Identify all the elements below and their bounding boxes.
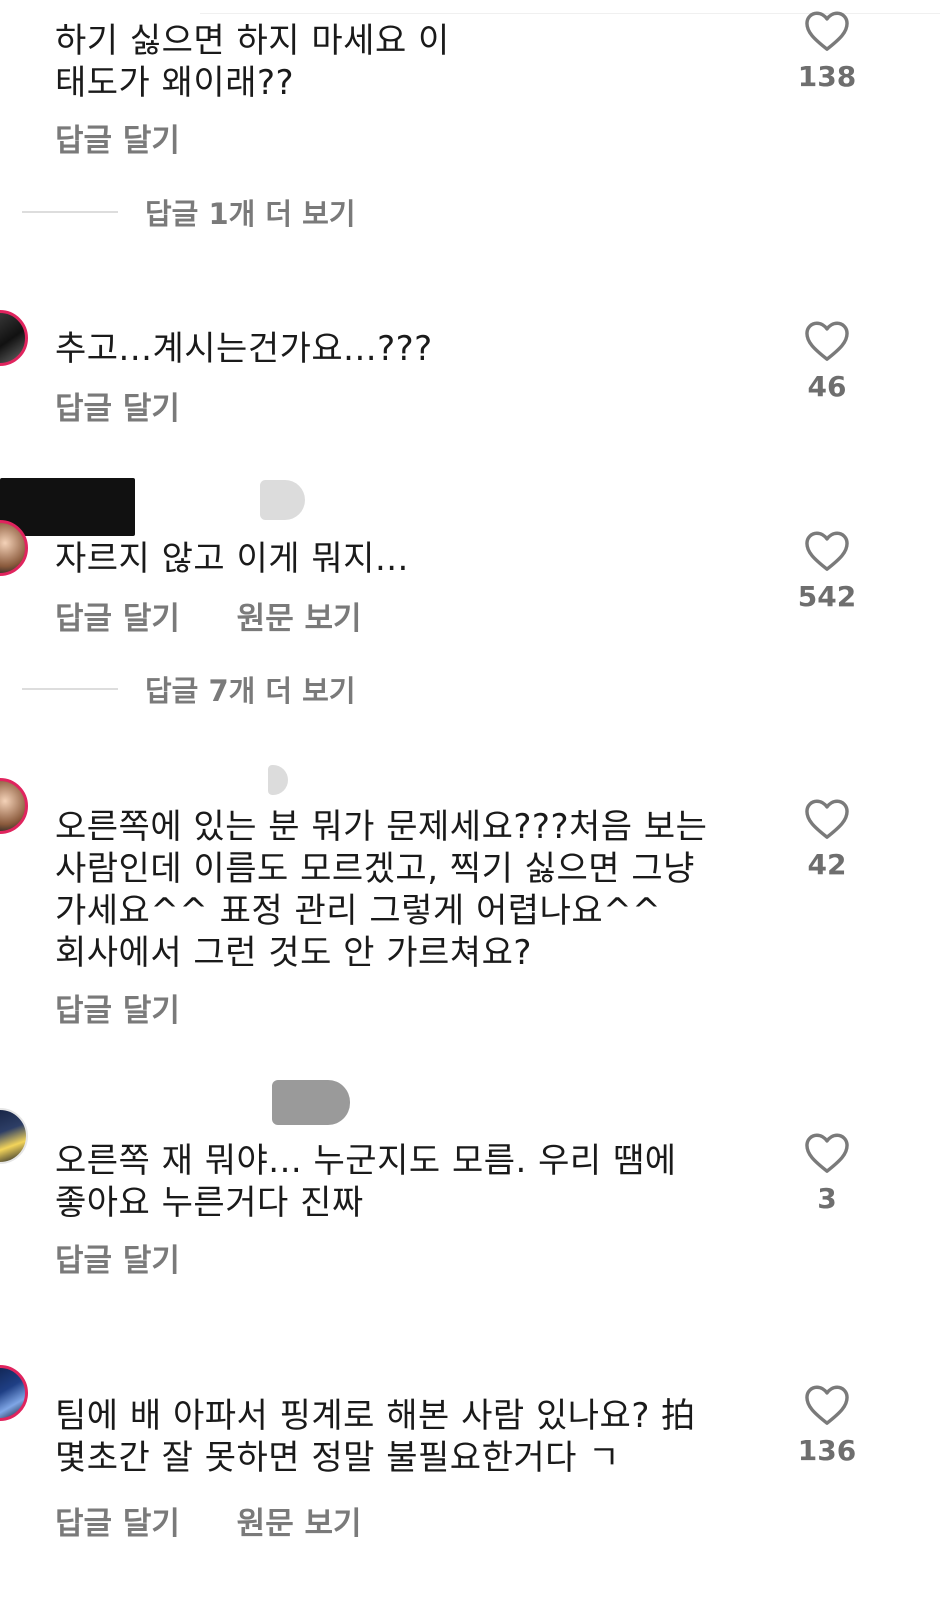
comment-actions: 답글 달기 xyxy=(55,985,180,1030)
like-button[interactable]: 136 xyxy=(792,1384,862,1467)
heart-outline-icon xyxy=(805,11,849,51)
view-more-replies[interactable]: 답글 7개 더 보기 xyxy=(0,668,940,708)
comment-text: 팀에 배 아파서 핑계로 해본 사람 있나요? 拍 몇초간 잘 못하면 정말 불… xyxy=(55,1396,696,1478)
like-button[interactable]: 542 xyxy=(792,530,862,613)
like-count: 542 xyxy=(797,580,857,613)
view-more-replies-label[interactable]: 답글 1개 더 보기 xyxy=(145,191,356,233)
comment-actions: 답글 달기 원문 보기 xyxy=(55,1498,362,1543)
view-more-replies-label[interactable]: 답글 7개 더 보기 xyxy=(145,668,356,710)
heart-outline-icon xyxy=(805,1133,849,1173)
reply-button[interactable]: 답글 달기 xyxy=(55,1243,180,1279)
like-count: 3 xyxy=(817,1182,837,1215)
avatar[interactable] xyxy=(0,310,28,366)
heart-outline-icon xyxy=(805,1385,849,1425)
redaction-block xyxy=(268,765,288,795)
like-button[interactable]: 42 xyxy=(792,798,862,881)
heart-outline-icon xyxy=(805,531,849,571)
reply-divider xyxy=(22,688,118,690)
avatar[interactable] xyxy=(0,778,28,834)
like-count: 136 xyxy=(797,1434,857,1467)
comment-actions: 답글 달기 xyxy=(55,383,180,428)
like-count: 42 xyxy=(807,848,847,881)
reply-button[interactable]: 답글 달기 xyxy=(55,1506,180,1542)
like-count: 46 xyxy=(807,370,847,403)
comment-text: 하기 싫으면 하지 마세요 이 태도가 왜이래?? xyxy=(55,21,450,103)
redaction-block xyxy=(260,480,305,520)
view-more-replies[interactable]: 답글 1개 더 보기 xyxy=(0,191,940,231)
reply-button[interactable]: 답글 달기 xyxy=(55,601,180,637)
like-button[interactable]: 3 xyxy=(792,1132,862,1215)
heart-outline-icon xyxy=(805,321,849,361)
comment-actions: 답글 달기 원문 보기 xyxy=(55,593,362,638)
like-button[interactable]: 138 xyxy=(792,10,862,93)
view-original-button[interactable]: 원문 보기 xyxy=(237,1506,362,1542)
avatar[interactable] xyxy=(0,1365,28,1421)
comment-text: 오른쪽에 있는 분 뭐가 문제세요???처음 보는 사람인데 이름도 모르겠고,… xyxy=(55,807,708,973)
heart-outline-icon xyxy=(805,799,849,839)
avatar[interactable] xyxy=(0,1108,28,1164)
comment-text: 오른쪽 재 뭐야... 누군지도 모름. 우리 땜에 좋아요 누른거다 진짜 xyxy=(55,1141,677,1223)
reply-button[interactable]: 답글 달기 xyxy=(55,123,180,159)
comment-actions: 답글 달기 xyxy=(55,1235,180,1280)
reply-button[interactable]: 답글 달기 xyxy=(55,993,180,1029)
like-count: 138 xyxy=(797,60,857,93)
redaction-block xyxy=(272,1080,350,1125)
like-button[interactable]: 46 xyxy=(792,320,862,403)
comment-actions: 답글 달기 xyxy=(55,115,180,160)
reply-divider xyxy=(22,211,118,213)
comment-text: 추고...계시는건가요...??? xyxy=(55,329,433,369)
reply-button[interactable]: 답글 달기 xyxy=(55,391,180,427)
view-original-button[interactable]: 원문 보기 xyxy=(237,601,362,637)
comment-text: 자르지 않고 이게 뭐지... xyxy=(55,539,409,579)
redaction-block xyxy=(0,478,135,536)
